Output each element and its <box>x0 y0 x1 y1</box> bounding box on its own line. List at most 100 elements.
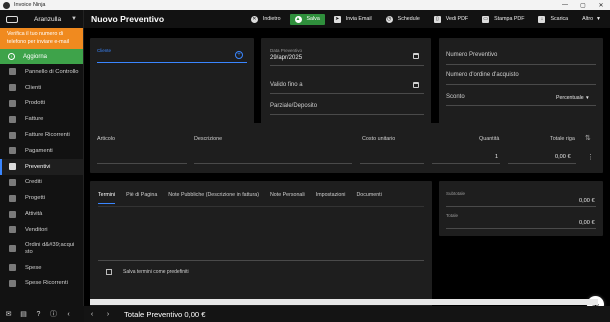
quote-total: Totale Preventivo 0,00 € <box>124 309 206 319</box>
tab-footer[interactable]: Piè di Pagina <box>126 192 157 204</box>
sidebar-item-label: Ordini d&#39;acquisto <box>25 241 75 255</box>
sidebar-item-clients[interactable]: Clienti <box>0 80 83 96</box>
partial-deposit-input[interactable]: Parziale/Deposito <box>270 103 317 109</box>
collapse-sidebar-icon[interactable]: ‹ <box>64 310 73 318</box>
sidebar-item-expenses[interactable]: Spese <box>0 260 83 276</box>
header: Nuovo Preventivo ✕ Indietro ▲ Salva ➤ Invia… <box>84 10 610 28</box>
pdf-icon: ▯ <box>433 15 441 23</box>
sidebar-item-label: Clienti <box>25 84 42 91</box>
valid-until-input[interactable]: Valido fino a <box>270 82 303 88</box>
add-client-icon[interactable]: + <box>235 51 243 59</box>
line-total-value: 0,00 € <box>555 154 571 160</box>
save-default-terms-checkbox[interactable] <box>106 269 112 275</box>
back-button[interactable]: ✕ Indietro <box>246 14 286 25</box>
sidebar-item-purchase-orders[interactable]: Ordini d&#39;acquisto <box>0 238 83 260</box>
invoices-icon <box>9 115 16 123</box>
window-titlebar: Invoice Ninja — ▢ ✕ <box>0 0 610 10</box>
sidebar-item-payments[interactable]: Pagamenti <box>0 143 83 159</box>
sidebar-item-tasks[interactable]: Attività <box>0 206 83 222</box>
quote-number-input[interactable]: Numero Preventivo <box>446 52 497 58</box>
help-icon[interactable]: ? <box>34 310 43 318</box>
quote-date-input[interactable]: 29/apr/2025 <box>270 55 302 61</box>
more-button[interactable]: Altro ▼ <box>577 14 606 25</box>
save-label: Salva <box>306 16 320 22</box>
recurring-expenses-icon <box>9 279 16 287</box>
client-field-label: Cliente <box>97 48 112 53</box>
purchase-orders-icon <box>9 245 16 253</box>
schedule-button[interactable]: ◷ Schedule <box>381 14 425 25</box>
close-window-button[interactable]: ✕ <box>592 0 610 10</box>
send-email-label: Invia Email <box>345 16 372 22</box>
total-underline <box>446 228 596 229</box>
sidebar-item-recurring-expenses[interactable]: Spese Ricorrenti <box>0 276 83 292</box>
sidebar-item-label: Pannello di Controllo <box>25 68 79 75</box>
sidebar-item-label: Venditori <box>25 226 48 233</box>
save-default-terms-label: Salva termini come predefiniti <box>123 269 189 275</box>
item-input[interactable] <box>97 163 187 164</box>
sidebar-item-label: Pagamenti <box>25 147 53 154</box>
sidebar-item-projects[interactable]: Progetti <box>0 190 83 206</box>
cloud-upload-icon: ▲ <box>294 15 302 23</box>
verify-phone-alert[interactable]: Verifica il tuo numero di telefono per i… <box>0 28 83 49</box>
sidebar-item-credits[interactable]: Crediti <box>0 175 83 191</box>
sidebar: Aranzulla ▼ Verifica il tuo numero di te… <box>0 10 84 322</box>
back-label: Indietro <box>262 16 281 22</box>
calendar-icon[interactable] <box>413 53 419 59</box>
update-label: Aggiorna <box>23 53 48 60</box>
update-button[interactable]: ↑ Aggiorna <box>0 49 83 64</box>
tab-settings[interactable]: Impostazioni <box>316 192 346 204</box>
partial-deposit-underline <box>270 114 424 115</box>
info-icon[interactable]: ⓘ <box>49 310 58 318</box>
client-input[interactable] <box>97 62 247 64</box>
quantity-input[interactable]: 1 <box>495 154 498 160</box>
chat-icon[interactable]: ▤ <box>19 310 28 318</box>
tab-documents[interactable]: Documenti <box>356 192 381 204</box>
minimize-button[interactable]: — <box>556 0 574 10</box>
chevron-down-icon: ▼ <box>585 95 590 100</box>
sidebar-item-vendors[interactable]: Venditori <box>0 222 83 238</box>
po-number-input[interactable]: Numero d'ordine d'acquisto <box>446 72 519 78</box>
discount-type-select[interactable]: Percentuale ▼ <box>556 95 590 101</box>
unit-cost-input[interactable] <box>360 163 424 164</box>
view-pdf-button[interactable]: ▯ Vedi PDF <box>429 14 473 25</box>
sidebar-item-label: Crediti <box>25 179 42 186</box>
dashboard-icon <box>9 68 16 76</box>
subtotal-underline <box>446 206 596 207</box>
save-button[interactable]: ▲ Salva <box>289 13 325 25</box>
notes-tabs: Termini Piè di Pagina Note Pubbliche (De… <box>98 192 393 204</box>
sidebar-item-dashboard[interactable]: Pannello di Controllo <box>0 64 83 80</box>
valid-until-underline <box>270 93 424 94</box>
company-name: Aranzulla <box>34 15 62 23</box>
sidebar-item-recurring-invoices[interactable]: Fatture Ricorrenti <box>0 127 83 143</box>
next-icon[interactable]: › <box>100 311 116 318</box>
print-pdf-button[interactable]: ▭ Stampa PDF <box>477 14 529 25</box>
mail-icon[interactable]: ✉ <box>4 310 13 318</box>
download-button[interactable]: ↓ Scarica <box>533 14 573 25</box>
send-email-button[interactable]: ➤ Invia Email <box>329 14 377 25</box>
sidebar-item-label: Prodotti <box>25 100 45 107</box>
sidebar-item-invoices[interactable]: Fatture <box>0 111 83 127</box>
tab-private-notes[interactable]: Note Personali <box>270 192 305 204</box>
maximize-button[interactable]: ▢ <box>574 0 592 10</box>
tab-public-notes[interactable]: Note Pubbliche (Descrizione in fattura) <box>168 192 259 204</box>
sidebar-item-label: Spese <box>25 264 42 271</box>
print-pdf-label: Stampa PDF <box>494 16 525 22</box>
tab-terms[interactable]: Termini <box>98 192 116 204</box>
discount-input[interactable]: Sconto <box>446 94 465 100</box>
preview-bar <box>90 299 598 305</box>
send-icon: ➤ <box>333 15 341 23</box>
po-number-underline <box>446 84 596 85</box>
chevron-down-icon: ▼ <box>71 16 77 22</box>
terms-textarea[interactable] <box>98 260 424 261</box>
sort-icon[interactable]: ⇅ <box>585 134 591 142</box>
sidebar-item-quotes[interactable]: Preventivi <box>0 158 83 175</box>
app-logo-icon <box>3 1 10 9</box>
row-menu-icon[interactable]: ⋮ <box>587 153 594 161</box>
sidebar-item-products[interactable]: Prodotti <box>0 96 83 112</box>
prev-icon[interactable]: ‹ <box>84 311 100 318</box>
col-header-description: Descrizione <box>194 136 223 142</box>
subtotal-value: 0,00 € <box>579 198 595 204</box>
company-selector[interactable]: Aranzulla ▼ <box>0 10 83 28</box>
calendar-icon[interactable] <box>413 82 419 88</box>
description-input[interactable] <box>194 163 352 164</box>
